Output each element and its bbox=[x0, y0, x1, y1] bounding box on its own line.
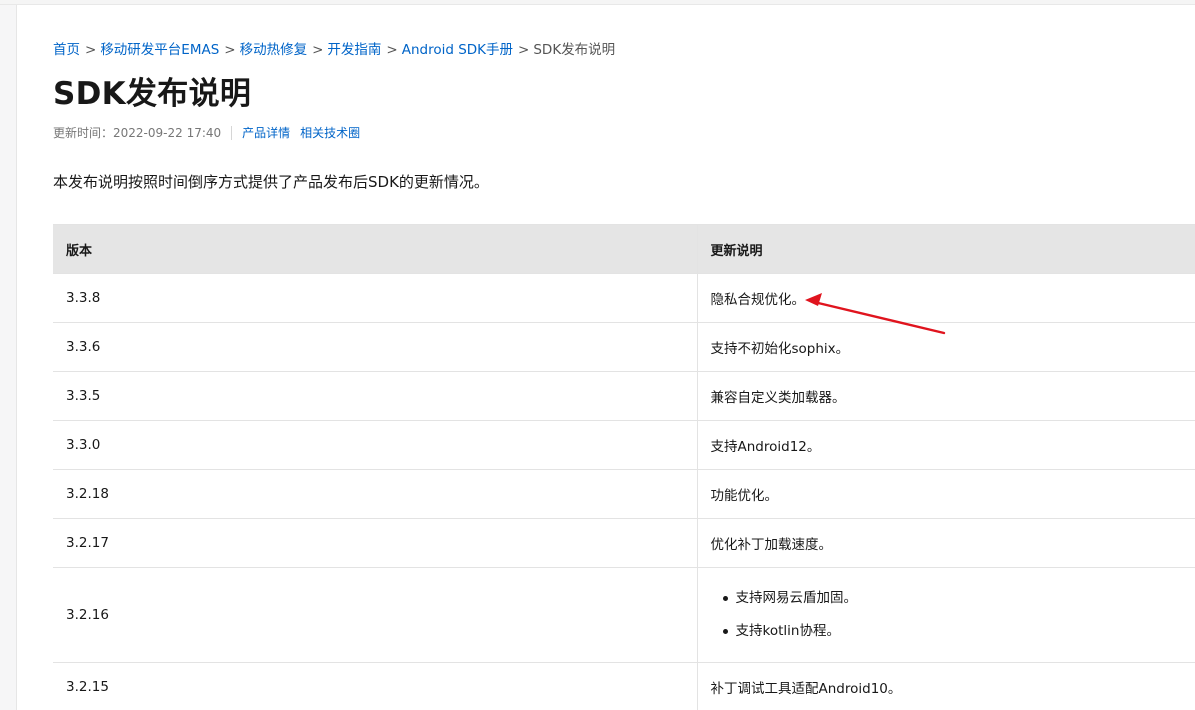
meta-divider bbox=[231, 126, 233, 140]
tech-circle-link[interactable]: 相关技术圈 bbox=[300, 124, 360, 142]
table-row: 3.2.16 支持网易云盾加固。 支持kotlin协程。 bbox=[53, 567, 1195, 663]
left-rail bbox=[0, 5, 17, 710]
table-row: 3.2.15 补丁调试工具适配Android10。 bbox=[53, 662, 1195, 710]
header-version: 版本 bbox=[53, 224, 698, 274]
table-row: 3.3.8 隐私合规优化。 bbox=[53, 273, 1195, 323]
breadcrumb-separator: > bbox=[386, 42, 398, 58]
notes-cell: 支持不初始化sophix。 bbox=[696, 322, 1195, 372]
notes-cell: 兼容自定义类加载器。 bbox=[696, 371, 1195, 421]
updated-time: 2022-09-22 17:40 bbox=[113, 126, 222, 140]
table-row: 3.3.6 支持不初始化sophix。 bbox=[53, 322, 1195, 372]
version-cell: 3.2.17 bbox=[53, 518, 698, 568]
notes-cell: 功能优化。 bbox=[696, 469, 1195, 519]
notes-cell: 支持Android12。 bbox=[696, 420, 1195, 470]
version-cell: 3.3.5 bbox=[53, 371, 698, 421]
notes-cell: 补丁调试工具适配Android10。 bbox=[696, 662, 1195, 710]
header-notes: 更新说明 bbox=[696, 224, 1195, 274]
doc-meta: 更新时间： 2022-09-22 17:40 产品详情 相关技术圈 bbox=[53, 124, 360, 142]
version-cell: 3.3.8 bbox=[53, 273, 698, 323]
breadcrumb-android-sdk-manual[interactable]: Android SDK手册 bbox=[402, 42, 513, 58]
table-row: 3.2.17 优化补丁加载速度。 bbox=[53, 518, 1195, 568]
table-header-row: 版本 更新说明 bbox=[53, 224, 1195, 274]
top-border bbox=[0, 0, 1195, 5]
breadcrumb-separator: > bbox=[312, 42, 324, 58]
notes-bullet-list: 支持网易云盾加固。 支持kotlin协程。 bbox=[711, 582, 1183, 648]
product-details-link[interactable]: 产品详情 bbox=[242, 124, 290, 142]
version-cell: 3.3.6 bbox=[53, 322, 698, 372]
release-notes-table: 版本 更新说明 3.3.8 隐私合规优化。 3.3.6 支持不初始化sophix… bbox=[53, 224, 1195, 710]
breadcrumb-emas[interactable]: 移动研发平台EMAS bbox=[100, 42, 219, 58]
notes-cell: 支持网易云盾加固。 支持kotlin协程。 bbox=[696, 567, 1195, 663]
notes-cell: 隐私合规优化。 bbox=[696, 273, 1195, 323]
breadcrumb-hotfix[interactable]: 移动热修复 bbox=[240, 42, 308, 58]
page: 首页 > 移动研发平台EMAS > 移动热修复 > 开发指南 > Android SDK手册 > S… bbox=[0, 0, 1195, 710]
version-cell: 3.2.18 bbox=[53, 469, 698, 519]
breadcrumb-current: SDK发布说明 bbox=[533, 42, 616, 58]
table-row: 3.2.18 功能优化。 bbox=[53, 469, 1195, 519]
version-cell: 3.3.0 bbox=[53, 420, 698, 470]
breadcrumb: 首页 > 移动研发平台EMAS > 移动热修复 > 开发指南 > Android SDK手册 > S… bbox=[53, 40, 615, 60]
breadcrumb-separator: > bbox=[224, 42, 236, 58]
table-row: 3.3.0 支持Android12。 bbox=[53, 420, 1195, 470]
bullet-item: 支持kotlin协程。 bbox=[711, 615, 1183, 648]
bullet-item: 支持网易云盾加固。 bbox=[711, 582, 1183, 615]
table-row: 3.3.5 兼容自定义类加载器。 bbox=[53, 371, 1195, 421]
breadcrumb-separator: > bbox=[85, 42, 97, 58]
version-cell: 3.2.15 bbox=[53, 662, 698, 710]
page-title: SDK发布说明 bbox=[53, 76, 252, 112]
intro-paragraph: 本发布说明按照时间倒序方式提供了产品发布后SDK的更新情况。 bbox=[53, 173, 489, 191]
version-cell: 3.2.16 bbox=[53, 567, 698, 663]
notes-cell: 优化补丁加载速度。 bbox=[696, 518, 1195, 568]
breadcrumb-separator: > bbox=[518, 42, 530, 58]
updated-label: 更新时间： bbox=[53, 126, 114, 140]
breadcrumb-dev-guide[interactable]: 开发指南 bbox=[327, 42, 381, 58]
breadcrumb-home[interactable]: 首页 bbox=[53, 42, 80, 58]
